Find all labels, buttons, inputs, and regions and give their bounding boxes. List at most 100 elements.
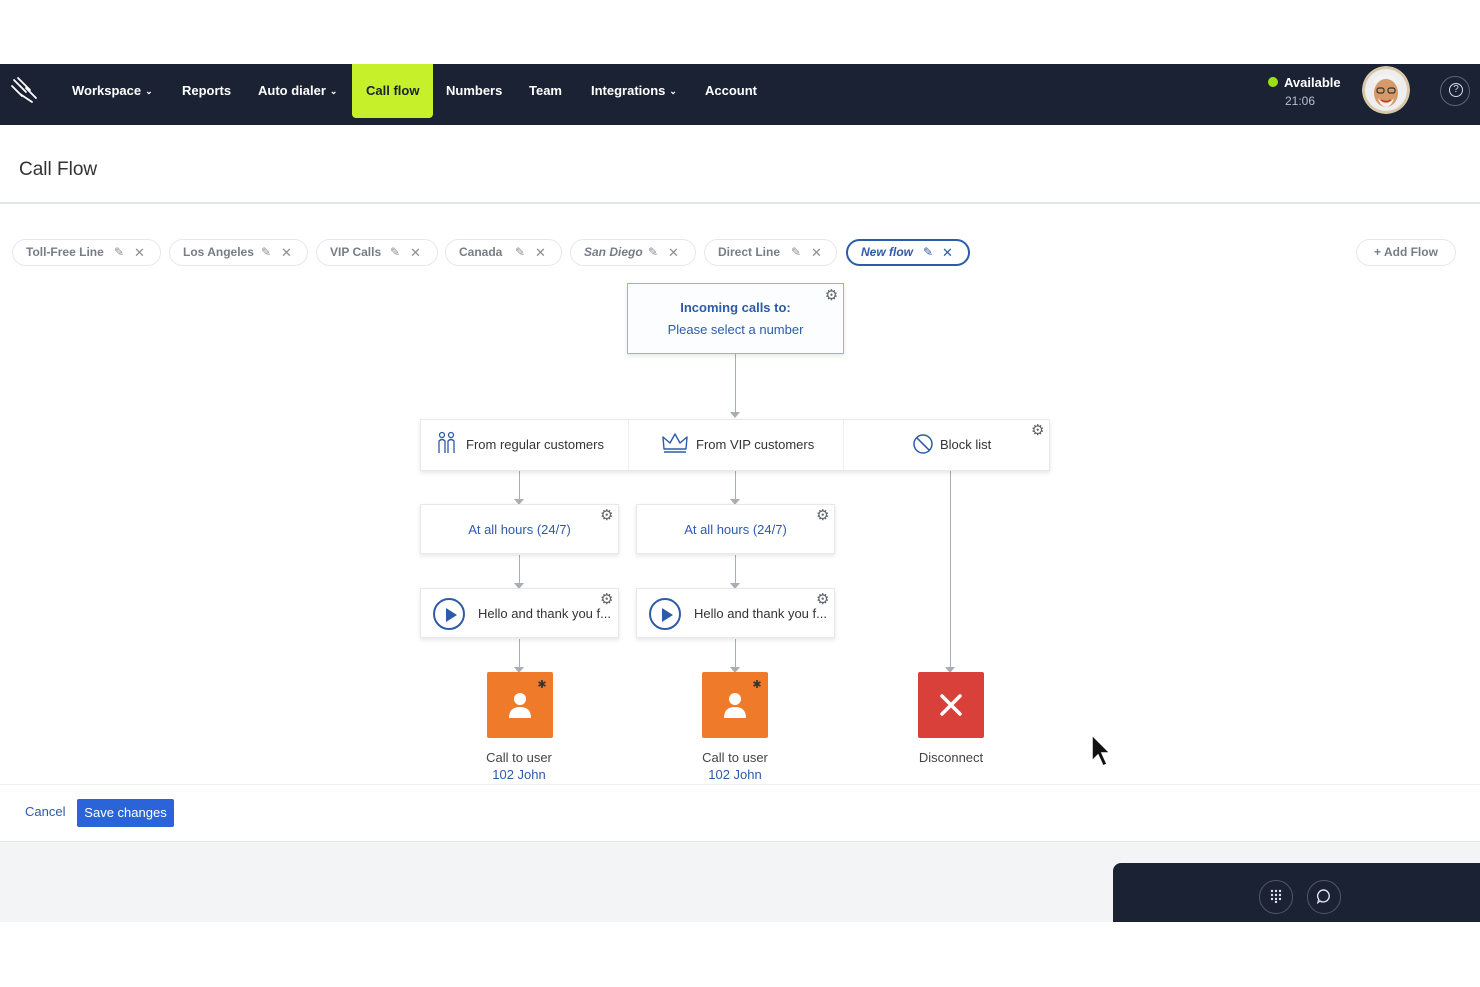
crown-icon xyxy=(662,433,688,453)
availability-status[interactable]: Available 21:06 xyxy=(1268,74,1341,108)
tab-label: New flow xyxy=(861,245,914,259)
caller-branches-node: From regular customers From VIP customer… xyxy=(420,419,1050,471)
softphone-panel xyxy=(1113,863,1480,922)
branch-block-list[interactable]: Block list xyxy=(912,420,991,470)
pencil-icon[interactable]: ✎ xyxy=(648,240,658,265)
close-icon[interactable]: ✕ xyxy=(668,240,679,265)
disconnect-node[interactable] xyxy=(918,672,984,738)
schedule-node-vip[interactable]: At all hours (24/7) ⚙ xyxy=(636,504,835,554)
gear-icon[interactable]: ⚙ xyxy=(816,592,831,607)
close-icon[interactable]: ✕ xyxy=(811,240,822,265)
chevron-down-icon: ⌄ xyxy=(329,86,338,96)
pencil-icon[interactable]: ✎ xyxy=(114,240,124,265)
save-changes-button[interactable]: Save changes xyxy=(77,799,174,827)
nav-numbers[interactable]: Numbers xyxy=(446,64,502,118)
call-flow-page: Workspace ⌄ Reports Auto dialer ⌄ Call flo… xyxy=(0,0,1480,987)
tab-label: Canada xyxy=(459,245,503,259)
branch-separator xyxy=(628,420,629,470)
page-title: Call Flow xyxy=(19,159,98,180)
play-icon[interactable] xyxy=(433,598,465,630)
connector-line xyxy=(519,639,520,670)
footer-divider xyxy=(0,784,1480,785)
chevron-down-icon: ⌄ xyxy=(669,86,677,96)
gear-icon[interactable]: ⚙ xyxy=(824,288,839,303)
svg-text:✱: ✱ xyxy=(752,678,761,691)
tab-direct-line[interactable]: Direct Line ✎ ✕ xyxy=(704,239,837,266)
gear-icon[interactable]: ⚙ xyxy=(600,592,615,607)
app-logo-icon[interactable] xyxy=(10,76,40,106)
add-flow-button[interactable]: + Add Flow xyxy=(1356,239,1456,266)
dialpad-icon[interactable] xyxy=(1259,880,1293,914)
tab-canada[interactable]: Canada ✎ ✕ xyxy=(445,239,562,266)
connector-line xyxy=(950,471,951,670)
schedule-node-regular[interactable]: At all hours (24/7) ⚙ xyxy=(420,504,619,554)
close-icon[interactable]: ✕ xyxy=(134,240,145,265)
user-icon: ✱ xyxy=(509,678,547,718)
select-number-link[interactable]: Please select a number xyxy=(628,322,843,337)
greeting-node-vip[interactable]: Hello and thank you f... ⚙ xyxy=(636,588,835,638)
tab-los-angeles[interactable]: Los Angeles ✎ ✕ xyxy=(169,239,308,266)
connector-line xyxy=(519,555,520,586)
status-time: 21:06 xyxy=(1285,94,1316,108)
gear-icon[interactable]: ⚙ xyxy=(1031,423,1046,438)
branch-label: From regular customers xyxy=(466,437,604,452)
nav-workspace[interactable]: Workspace ⌄ xyxy=(72,64,153,118)
pencil-icon[interactable]: ✎ xyxy=(923,241,933,264)
nav-team[interactable]: Team xyxy=(529,64,562,118)
chevron-down-icon: ⌄ xyxy=(145,86,153,96)
connector-line xyxy=(735,471,736,502)
branch-separator xyxy=(843,420,844,470)
incoming-title: Incoming calls to: xyxy=(680,300,791,315)
call-user-node-vip[interactable]: ✱ xyxy=(702,672,768,738)
action-caption: Disconnect xyxy=(918,750,984,765)
close-icon[interactable]: ✕ xyxy=(281,240,292,265)
avatar-image xyxy=(1362,66,1410,114)
tab-label: San Diego xyxy=(584,245,643,259)
gear-icon[interactable]: ⚙ xyxy=(816,508,831,523)
tab-label: VIP Calls xyxy=(330,245,382,259)
tab-label: Toll-Free Line xyxy=(26,245,104,259)
chat-icon[interactable] xyxy=(1307,880,1341,914)
user-avatar[interactable] xyxy=(1362,66,1410,114)
tab-toll-free-line[interactable]: Toll-Free Line ✎ ✕ xyxy=(12,239,161,266)
branch-vip-customers[interactable]: From VIP customers xyxy=(661,420,814,470)
close-icon xyxy=(940,694,962,716)
pencil-icon[interactable]: ✎ xyxy=(390,240,400,265)
greeting-label: Hello and thank you f... xyxy=(694,606,827,621)
close-icon[interactable]: ✕ xyxy=(535,240,546,265)
dialpad-grid-icon xyxy=(1270,889,1282,904)
svg-text:✱: ✱ xyxy=(537,678,546,691)
connector-line xyxy=(519,471,520,502)
schedule-label: At all hours (24/7) xyxy=(684,522,787,537)
action-user-link[interactable]: 102 John xyxy=(665,767,805,782)
play-icon[interactable] xyxy=(649,598,681,630)
status-label: Available xyxy=(1284,75,1341,90)
close-icon[interactable]: ✕ xyxy=(410,240,421,265)
help-question-icon: ? xyxy=(1449,83,1463,97)
action-caption: Call to user xyxy=(702,750,768,765)
help-button[interactable]: ? xyxy=(1440,76,1470,106)
user-icon: ✱ xyxy=(724,678,762,718)
greeting-node-regular[interactable]: Hello and thank you f... ⚙ xyxy=(420,588,619,638)
gear-icon[interactable]: ⚙ xyxy=(600,508,615,523)
connector-line xyxy=(735,639,736,670)
cancel-button[interactable]: Cancel xyxy=(25,804,65,819)
branch-regular-customers[interactable]: From regular customers xyxy=(435,420,604,470)
chat-bubble-icon xyxy=(1316,889,1330,905)
nav-reports[interactable]: Reports xyxy=(182,64,231,118)
tab-vip-calls[interactable]: VIP Calls ✎ ✕ xyxy=(316,239,438,266)
incoming-calls-node[interactable]: Incoming calls to: Please select a numbe… xyxy=(627,283,844,354)
pencil-icon[interactable]: ✎ xyxy=(515,240,525,265)
nav-call-flow[interactable]: Call flow xyxy=(352,64,434,118)
nav-auto-dialer[interactable]: Auto dialer ⌄ xyxy=(258,64,337,118)
nav-integrations[interactable]: Integrations ⌄ xyxy=(591,64,677,118)
tab-new-flow[interactable]: New flow ✎ ✕ xyxy=(846,239,970,266)
greeting-label: Hello and thank you f... xyxy=(478,606,611,621)
pencil-icon[interactable]: ✎ xyxy=(791,240,801,265)
tab-san-diego[interactable]: San Diego ✎ ✕ xyxy=(570,239,696,266)
close-icon[interactable]: ✕ xyxy=(942,241,953,264)
pencil-icon[interactable]: ✎ xyxy=(261,240,271,265)
call-user-node-regular[interactable]: ✱ xyxy=(487,672,553,738)
nav-account[interactable]: Account xyxy=(705,64,757,118)
action-user-link[interactable]: 102 John xyxy=(449,767,589,782)
